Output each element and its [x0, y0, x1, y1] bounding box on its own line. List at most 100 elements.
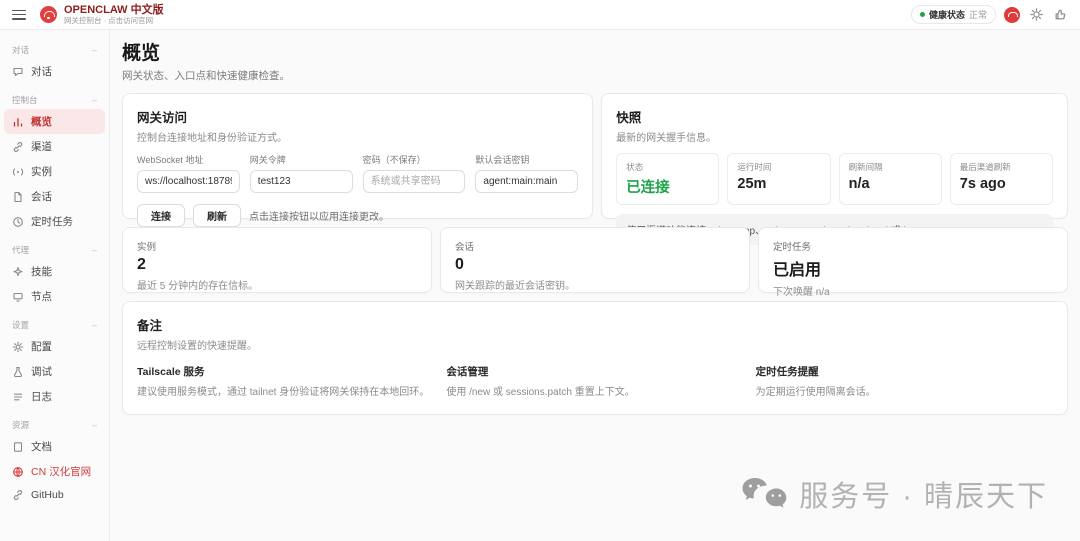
chat-icon — [13, 67, 23, 76]
watermark-text: 服务号 · 晴辰天下 — [799, 481, 1048, 513]
snapshot-card: 快照 最新的网关握手信息。 状态 已连接 运行时间 25m 刷新间隔 n/a 最… — [601, 93, 1068, 245]
sidebar-item-label: 会话 — [31, 191, 52, 203]
section-label: 设置 — [12, 320, 30, 330]
field-label: WebSocket 地址 — [137, 155, 204, 165]
sidebar-item-nodes[interactable]: 节点 — [0, 284, 109, 309]
monitor-icon — [13, 292, 23, 302]
session-key-input[interactable] — [475, 170, 579, 193]
sidebar-item-github[interactable]: GitHub — [0, 484, 109, 506]
sidebar-section-settings[interactable]: 设置 – — [0, 315, 109, 334]
sidebar-item-cn-site[interactable]: CN 汉化官网 — [0, 459, 109, 484]
thumbs-up-icon[interactable] — [1052, 7, 1068, 23]
sidebar-item-skills[interactable]: 技能 — [0, 259, 109, 284]
card-subtitle: 最新的网关握手信息。 — [616, 133, 717, 144]
stat-value: 已连接 — [626, 180, 670, 196]
clock-icon — [13, 216, 23, 227]
sidebar-item-label: 技能 — [31, 266, 52, 278]
sidebar-section-agent[interactable]: 代理 – — [0, 240, 109, 259]
sidebar-item-channels[interactable]: 渠道 — [0, 134, 109, 159]
account-logo-icon[interactable] — [1004, 6, 1020, 23]
card-title: 快照 — [616, 111, 642, 125]
card-title: 备注 — [137, 319, 163, 333]
sidebar: 对话 – 对话 控制台 – 概览 渠道 实例 会话 定时任务 代理 – 技能 节… — [0, 30, 110, 541]
sidebar-item-label: 渠道 — [31, 141, 52, 153]
menu-icon[interactable] — [12, 9, 26, 20]
sidebar-item-label: 日志 — [31, 391, 52, 403]
card-value: 2 — [137, 256, 146, 273]
sidebar-item-label: 实例 — [31, 166, 52, 178]
sidebar-item-label: 定时任务 — [31, 216, 73, 228]
cron-card: 定时任务 已启用 下次唤醒 n/a — [758, 227, 1068, 298]
notes-card: 备注 远程控制设置的快速提醒。 Tailscale 服务 建议使用服务模式，通过… — [122, 301, 1068, 415]
card-subtitle: 控制台连接地址和身份验证方式。 — [137, 133, 287, 144]
sidebar-item-label: 节点 — [31, 291, 52, 303]
watermark: 服务号 · 晴辰天下 — [741, 473, 1048, 515]
field-label: 默认会话密钥 — [475, 155, 530, 165]
page-title: 概览 — [122, 43, 161, 64]
health-value: 正常 — [968, 10, 987, 20]
password-input[interactable] — [362, 170, 466, 193]
stat-label: 最后渠道刷新 — [959, 162, 1011, 172]
stat-refresh-interval: 刷新间隔 n/a — [838, 153, 942, 205]
sidebar-item-debug[interactable]: 调试 — [0, 359, 109, 384]
gear-icon — [12, 341, 24, 352]
sidebar-item-docs[interactable]: 文档 — [0, 434, 109, 459]
document-icon — [13, 441, 23, 452]
note-title: 定时任务提醒 — [755, 366, 819, 378]
brand-block[interactable]: OPENCLAW 中文版 网关控制台 · 点击访问官网 — [64, 4, 164, 25]
connect-button[interactable]: 连接 — [137, 204, 185, 227]
globe-icon — [13, 466, 23, 477]
main-content: 概览 网关状态、入口点和快速健康检查。 网关访问 控制台连接地址和身份验证方式。… — [110, 30, 1080, 541]
collapse-icon: – — [91, 320, 97, 330]
stat-value: n/a — [848, 176, 870, 192]
note-caption: 为定期运行使用隔离会话。 — [755, 387, 876, 398]
sidebar-item-sessions[interactable]: 会话 — [0, 184, 109, 209]
note-title: 会话管理 — [446, 366, 489, 378]
health-label: 健康状态 — [928, 10, 965, 20]
note-title: Tailscale 服务 — [137, 366, 205, 378]
sidebar-item-overview[interactable]: 概览 — [4, 109, 105, 134]
broadcast-icon — [12, 167, 24, 176]
health-status-pill[interactable]: 健康状态 正常 — [910, 5, 996, 24]
sidebar-item-chat[interactable]: 对话 — [0, 59, 109, 84]
card-subtitle: 远程控制设置的快速提醒。 — [137, 341, 257, 352]
sidebar-section-chat[interactable]: 对话 – — [0, 40, 109, 59]
field-label: 密码（不保存） — [362, 155, 426, 165]
file-icon — [14, 191, 22, 202]
sidebar-item-label: 配置 — [31, 341, 52, 353]
sidebar-section-resources[interactable]: 资源 – — [0, 415, 109, 434]
card-value: 已启用 — [773, 262, 822, 279]
stat-uptime: 运行时间 25m — [727, 153, 831, 205]
section-label: 对话 — [12, 45, 30, 55]
bar-chart-icon — [13, 117, 23, 127]
card-caption: 网关跟踪的最近会话密钥。 — [455, 281, 575, 292]
sidebar-item-cron[interactable]: 定时任务 — [0, 209, 109, 234]
sidebar-item-config[interactable]: 配置 — [0, 334, 109, 359]
app-root: OPENCLAW 中文版 网关控制台 · 点击访问官网 健康状态 正常 对话 –… — [0, 0, 1080, 541]
app-title: OPENCLAW 中文版 — [64, 4, 164, 16]
stat-value: 7s ago — [959, 176, 1006, 192]
stat-last-channel-refresh: 最后渠道刷新 7s ago — [949, 153, 1053, 205]
sidebar-section-console[interactable]: 控制台 – — [0, 90, 109, 109]
section-label: 代理 — [12, 245, 30, 255]
card-label: 定时任务 — [773, 242, 812, 253]
stat-status: 状态 已连接 — [616, 153, 720, 205]
flask-icon — [13, 366, 23, 377]
card-label: 实例 — [137, 242, 157, 253]
collapse-icon: – — [91, 45, 97, 55]
gateway-access-card: 网关访问 控制台连接地址和身份验证方式。 WebSocket 地址 网关令牌 密… — [122, 93, 594, 227]
card-label: 会话 — [455, 242, 475, 253]
gateway-token-input[interactable] — [249, 170, 353, 193]
card-title: 网关访问 — [137, 111, 188, 125]
sidebar-item-logs[interactable]: 日志 — [0, 384, 109, 409]
note-caption: 使用 /new 或 sessions.patch 重置上下文。 — [446, 387, 635, 398]
websocket-url-input[interactable] — [137, 170, 240, 193]
refresh-button[interactable]: 刷新 — [193, 204, 241, 227]
section-label: 资源 — [12, 420, 30, 430]
sidebar-item-label: CN 汉化官网 — [31, 466, 92, 478]
openclaw-logo-icon — [40, 6, 57, 23]
sessions-card: 会话 0 网关跟踪的最近会话密钥。 — [440, 227, 750, 293]
sidebar-item-instances[interactable]: 实例 — [0, 159, 109, 184]
theme-sun-icon[interactable] — [1028, 7, 1044, 23]
stat-label: 刷新间隔 — [848, 162, 883, 172]
